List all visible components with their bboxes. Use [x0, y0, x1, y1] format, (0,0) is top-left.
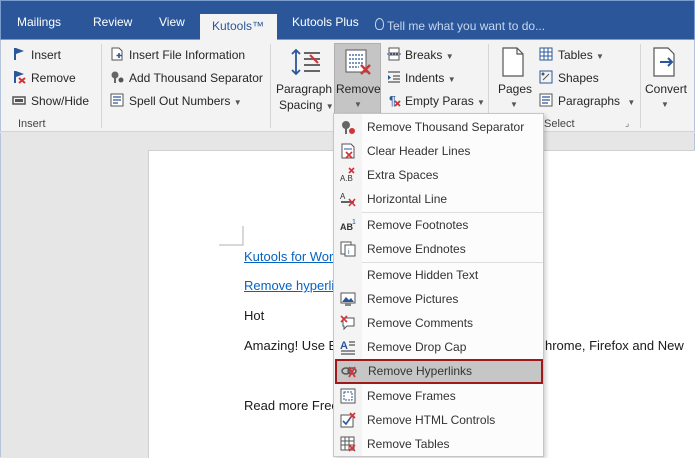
paragraph-spacing-icon [291, 48, 320, 76]
menu-item-remove-footnotes[interactable]: AB 1 Remove Footnotes [334, 213, 543, 237]
chevron-down-icon: ▼ [354, 100, 362, 109]
remove-bookmark-button[interactable]: Remove [31, 71, 76, 85]
chevron-down-icon: ▼ [596, 52, 604, 61]
chevron-down-icon: ▼ [233, 98, 242, 107]
chevron-down-icon: ▼ [447, 75, 456, 84]
svg-text:A: A [340, 340, 348, 352]
select-paragraphs-button[interactable]: Paragraphs ▼ [558, 94, 635, 108]
tab-kutools[interactable]: Kutools™ [200, 14, 277, 41]
chevron-down-icon: ▼ [445, 52, 454, 61]
dialog-launcher-icon[interactable]: ⌟ [625, 118, 629, 129]
menu-item-remove-frames[interactable]: Remove Frames [334, 384, 543, 408]
spell-out-numbers-icon [110, 93, 124, 107]
chevron-down-icon: ▼ [661, 100, 669, 109]
extra-spaces-icon: A.B [340, 167, 355, 183]
paragraph-spacing-button[interactable]: Spacing ▼ [279, 98, 334, 112]
thousand-separator-icon [342, 121, 355, 134]
pages-icon [502, 47, 524, 77]
horizontal-line-icon: A [340, 192, 356, 207]
menu-item-remove-hyperlinks[interactable]: Remove Hyperlinks [335, 359, 543, 384]
menu-item-remove-comments[interactable]: Remove Comments [334, 311, 543, 335]
document-link-2[interactable]: Remove hyperli [244, 278, 334, 293]
tab-review[interactable]: Review [93, 15, 132, 29]
tell-me-search[interactable]: Tell me what you want to do... [387, 19, 545, 33]
chevron-down-icon: ▼ [477, 98, 485, 107]
table-icon [340, 436, 356, 452]
menu-item-remove-hidden-text[interactable]: Remove Hidden Text [334, 263, 543, 287]
breaks-button[interactable]: Breaks ▼ [405, 48, 454, 62]
hyperlink-icon [341, 366, 357, 378]
margin-corner-mark [219, 226, 244, 246]
add-thousand-separator-button[interactable]: Add Thousand Separator [129, 71, 263, 85]
insert-button[interactable]: Insert [31, 48, 61, 62]
indents-button[interactable]: Indents ▼ [405, 71, 456, 85]
group-divider [640, 44, 641, 128]
footnote-icon: AB 1 [340, 219, 356, 232]
ribbon-tab-bar: Mailings Review View Kutools™ Kutools Pl… [0, 0, 695, 41]
menu-item-remove-html-controls[interactable]: Remove HTML Controls [334, 408, 543, 432]
comment-icon [340, 315, 355, 331]
empty-paras-button[interactable]: Empty Paras ▼ [405, 94, 485, 108]
pages-button[interactable]: Pages [498, 82, 532, 96]
breaks-icon [387, 47, 401, 61]
menu-item-extra-spaces[interactable]: A.B Extra Spaces [334, 163, 543, 187]
shapes-icon [539, 70, 553, 84]
tab-kutools-plus[interactable]: Kutools Plus [292, 15, 359, 29]
select-shapes-button[interactable]: Shapes [558, 71, 599, 85]
group-label-insert: Insert [18, 118, 46, 130]
document-text-browsers: hrome, Firefox and New [545, 338, 684, 353]
file-info-icon [111, 47, 123, 61]
convert-icon [653, 47, 675, 77]
menu-item-remove-drop-cap[interactable]: A Remove Drop Cap [334, 335, 543, 359]
menu-item-remove-tables[interactable]: Remove Tables [334, 432, 543, 456]
menu-item-horizontal-line[interactable]: A Horizontal Line [334, 187, 543, 211]
html-controls-icon [340, 412, 356, 428]
svg-text:A.B: A.B [340, 174, 353, 183]
menu-item-remove-pictures[interactable]: Remove Pictures [334, 287, 543, 311]
remove-dropdown-menu: Remove Thousand Separator Clear Header L… [333, 113, 544, 457]
spell-out-numbers-button[interactable]: Spell Out Numbers ▼ [129, 94, 242, 108]
document-text-read-more: Read more Free [244, 398, 339, 413]
group-divider [270, 44, 271, 128]
menu-item-clear-header-lines[interactable]: Clear Header Lines [334, 139, 543, 163]
frame-icon [340, 388, 356, 404]
paragraph-spacing-label[interactable]: Paragraph [276, 82, 332, 96]
tables-icon [539, 47, 553, 61]
drop-cap-icon: A [340, 340, 355, 355]
svg-text:1: 1 [352, 219, 356, 226]
header-lines-icon [341, 143, 355, 159]
insert-file-information-button[interactable]: Insert File Information [129, 48, 245, 62]
chevron-down-icon: ▼ [325, 102, 334, 111]
paragraphs-icon [539, 93, 553, 107]
select-tables-button[interactable]: Tables ▼ [558, 48, 604, 62]
thousand-separator-icon [111, 71, 124, 83]
remove-button-label: Remove [336, 82, 381, 96]
svg-text:A: A [340, 192, 346, 201]
chevron-down-icon: ▼ [627, 98, 636, 107]
tab-mailings[interactable]: Mailings [17, 15, 61, 29]
remove-icon [345, 49, 371, 75]
show-hide-icon [12, 96, 26, 105]
remove-bookmark-icon [14, 71, 26, 84]
menu-item-remove-thousand-separator[interactable]: Remove Thousand Separator [334, 115, 543, 139]
convert-button[interactable]: Convert [645, 82, 687, 96]
document-text-hot: Hot [244, 308, 265, 323]
insert-bookmark-icon [14, 48, 24, 60]
tab-view[interactable]: View [159, 15, 185, 29]
picture-icon [340, 292, 356, 306]
group-divider [101, 44, 102, 128]
group-label-select: Select [544, 118, 575, 130]
document-link-1[interactable]: Kutools for Wor [244, 249, 333, 264]
menu-item-remove-endnotes[interactable]: i Remove Endnotes [334, 237, 543, 261]
show-hide-button[interactable]: Show/Hide [31, 94, 89, 108]
chevron-down-icon: ▼ [510, 100, 518, 109]
empty-paras-icon: ¶ [389, 93, 401, 107]
document-text-amazing: Amazing! Use E [244, 338, 338, 353]
indents-icon [388, 71, 400, 83]
lightbulb-icon [375, 18, 384, 30]
endnote-icon: i [340, 241, 356, 257]
